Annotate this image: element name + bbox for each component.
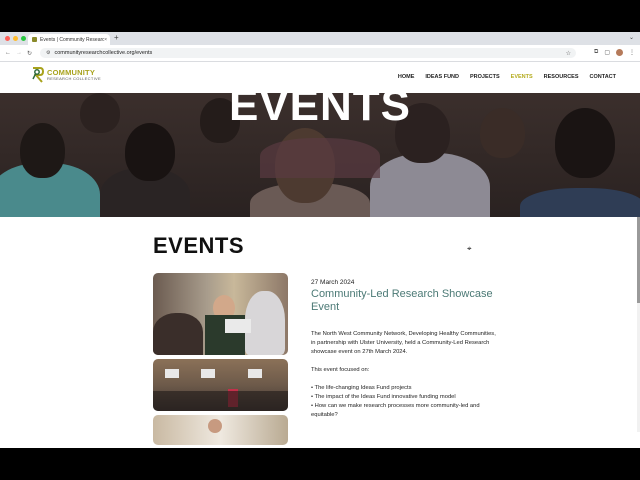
list-item: • The impact of the Ideas Fund innovativ… bbox=[311, 393, 456, 400]
nav-resources[interactable]: RESOURCES bbox=[544, 74, 579, 80]
event-bullet-list: • The life-changing Ideas Fund projects … bbox=[311, 384, 496, 420]
nav-home[interactable]: HOME bbox=[398, 74, 415, 80]
site-info-icon[interactable]: ⚙ bbox=[46, 50, 50, 56]
logo-line2: RESEARCH COLLECTIVE bbox=[47, 76, 101, 82]
side-panel-icon[interactable]: ▢ bbox=[604, 49, 610, 56]
main-nav: HOME IDEAS FUND PROJECTS EVENTS RESOURCE… bbox=[398, 74, 616, 80]
window-controls bbox=[5, 36, 26, 41]
minimize-window-icon[interactable] bbox=[13, 36, 18, 41]
list-item: • The life-changing Ideas Fund projects bbox=[311, 385, 412, 391]
browser-window: Events | Community Research × + ⌄ ← → ↻ … bbox=[0, 32, 640, 448]
toolbar: ← → ↻ ⚙ communityresearchcollective.org/… bbox=[0, 45, 640, 62]
favicon-icon bbox=[32, 37, 37, 42]
close-window-icon[interactable] bbox=[5, 36, 10, 41]
nav-events[interactable]: EVENTS bbox=[511, 74, 533, 80]
logo-line1: COMMUNITY bbox=[47, 67, 96, 77]
event-focus-label: This event focused on: bbox=[311, 367, 370, 373]
profile-avatar[interactable] bbox=[616, 49, 623, 56]
url-text[interactable]: communityresearchcollective.org/events bbox=[54, 50, 565, 56]
maximize-window-icon[interactable] bbox=[21, 36, 26, 41]
page-heading: EVENTS bbox=[153, 233, 245, 258]
new-tab-button[interactable]: + bbox=[114, 33, 119, 42]
mouse-cursor-icon: ⌖ bbox=[467, 244, 472, 253]
forward-icon[interactable]: → bbox=[16, 50, 22, 57]
tab-title: Events | Community Research bbox=[40, 36, 105, 43]
tab-close-icon[interactable]: × bbox=[104, 37, 107, 43]
main-content: EVENTS ⌖ 27 March 2024 Community-Led Res… bbox=[0, 217, 640, 445]
list-item: • How can we make research processes mor… bbox=[311, 402, 480, 418]
event-photo-third bbox=[153, 415, 288, 445]
event-intro: The North West Community Network, Develo… bbox=[311, 331, 496, 355]
back-icon[interactable]: ← bbox=[5, 50, 11, 57]
tab-strip: Events | Community Research × + ⌄ bbox=[0, 32, 640, 45]
bookmark-star-icon[interactable]: ☆ bbox=[566, 50, 571, 57]
logo-magnifier-icon bbox=[31, 66, 45, 84]
event-photo-speaker bbox=[153, 273, 288, 355]
hero-title: EVENTS bbox=[228, 93, 412, 130]
address-bar[interactable]: ⚙ communityresearchcollective.org/events… bbox=[40, 48, 576, 58]
event-date: 27 March 2024 bbox=[311, 279, 355, 286]
menu-kebab-icon[interactable]: ⋮ bbox=[629, 49, 635, 56]
browser-tab[interactable]: Events | Community Research × bbox=[28, 34, 110, 45]
nav-ideas-fund[interactable]: IDEAS FUND bbox=[425, 74, 459, 80]
site-header: COMMUNITY RESEARCH COLLECTIVE HOME IDEAS… bbox=[0, 62, 640, 93]
event-title-link[interactable]: Community-Led Research Showcase Event bbox=[311, 288, 501, 314]
event-photo-audience bbox=[153, 359, 288, 411]
extension-icon[interactable]: ⧉ bbox=[594, 49, 598, 56]
nav-projects[interactable]: PROJECTS bbox=[470, 74, 500, 80]
reload-icon[interactable]: ↻ bbox=[27, 50, 32, 57]
hero-banner: EVENTS bbox=[0, 93, 640, 217]
nav-contact[interactable]: CONTACT bbox=[590, 74, 616, 80]
site-logo[interactable]: COMMUNITY RESEARCH COLLECTIVE bbox=[31, 66, 101, 84]
tab-search-icon[interactable]: ⌄ bbox=[629, 34, 634, 41]
